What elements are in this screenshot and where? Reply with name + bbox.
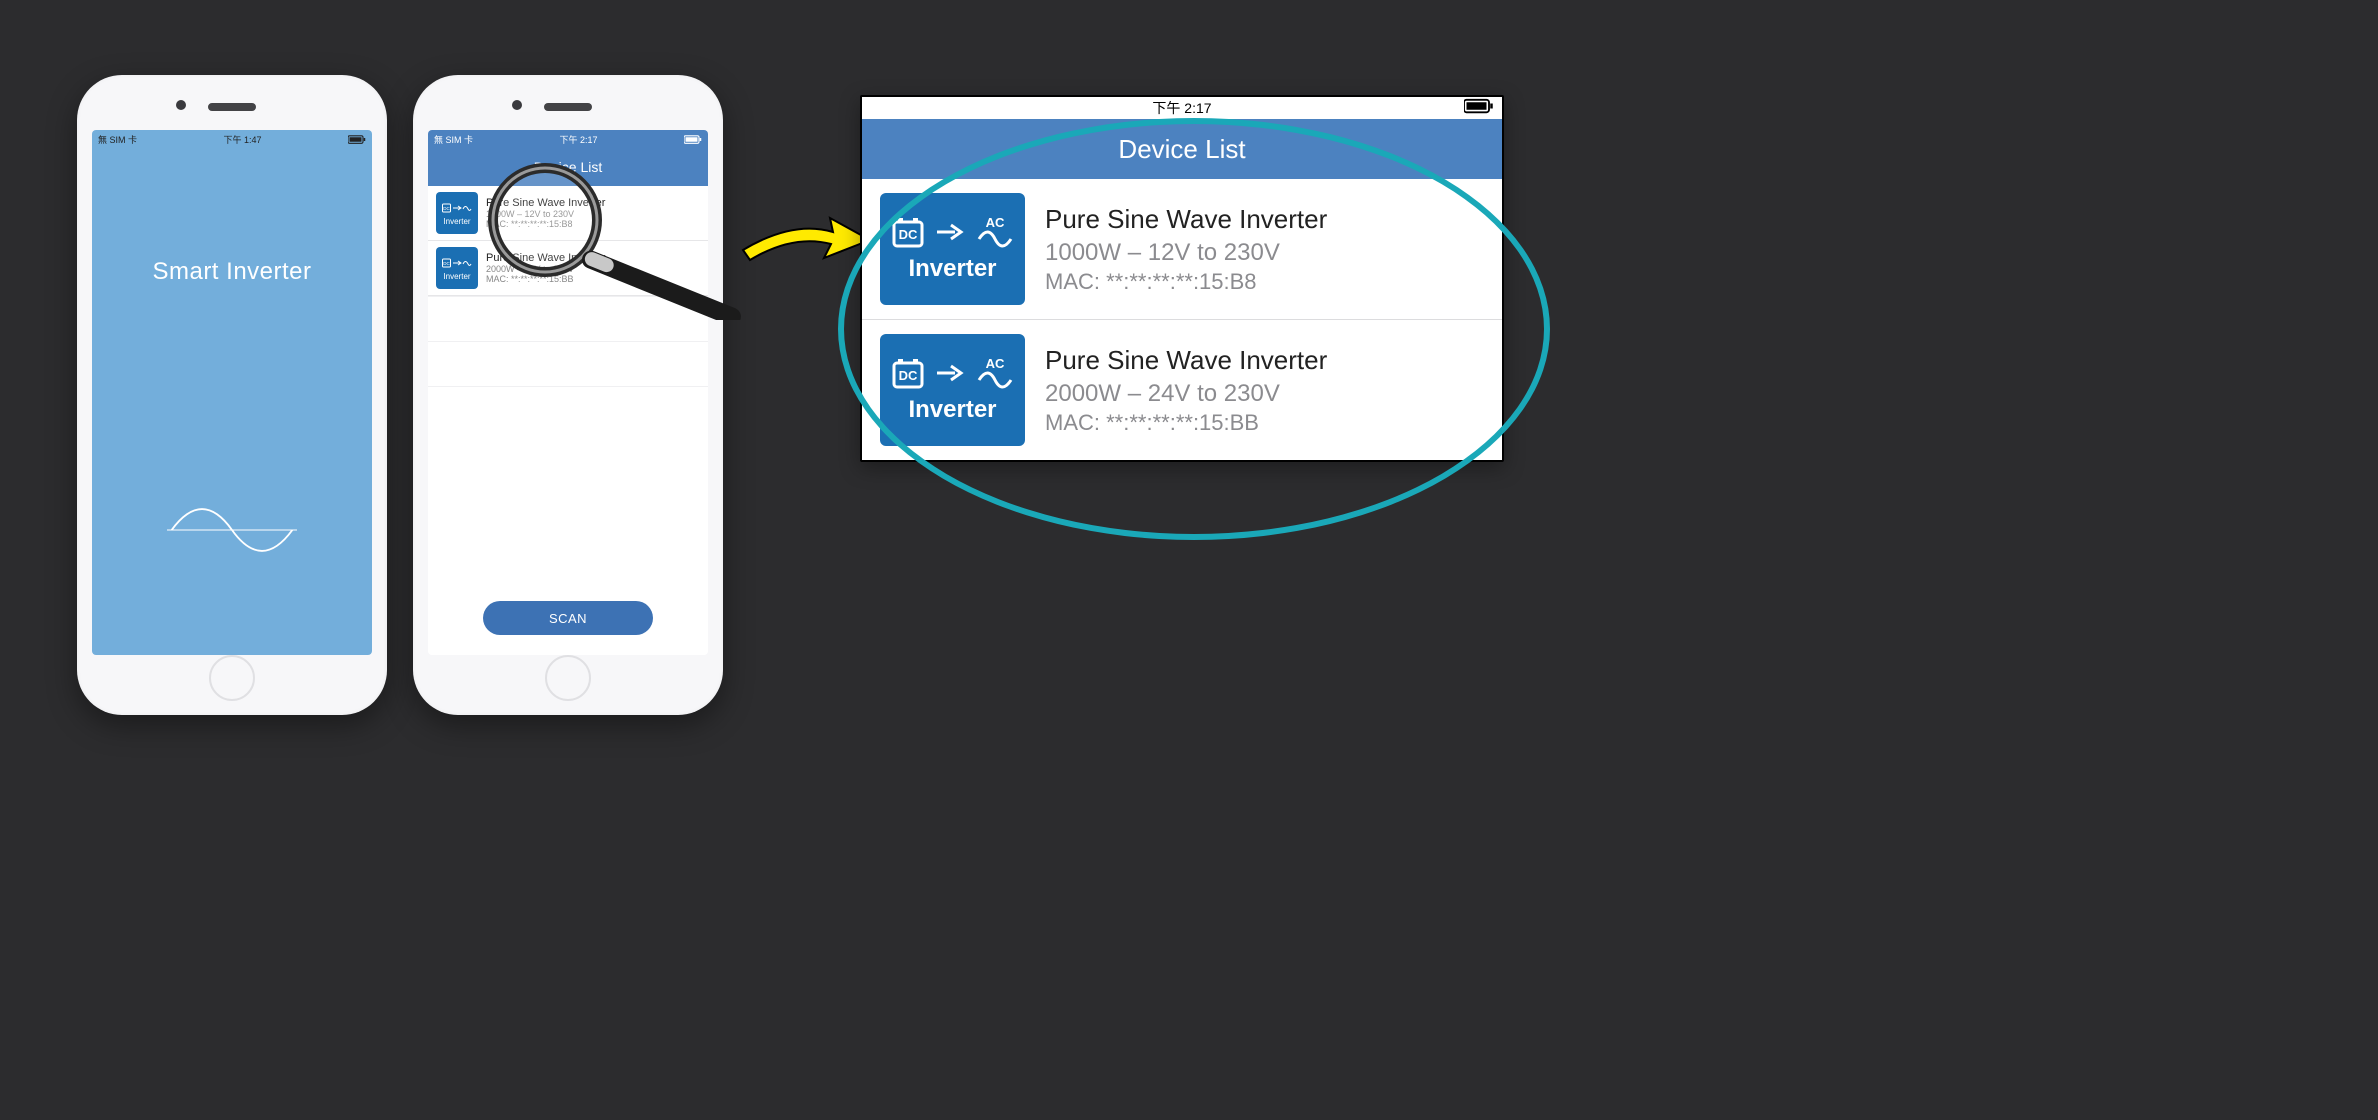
empty-row bbox=[428, 342, 708, 387]
svg-text:DC: DC bbox=[443, 261, 450, 266]
device-row-text: Pure Sine Wave Inverter 1000W – 12V to 2… bbox=[1045, 204, 1484, 295]
device-title: Pure Sine Wave Inverter bbox=[1045, 204, 1484, 235]
home-button[interactable] bbox=[545, 655, 591, 701]
inverter-icon-top: DC AC bbox=[891, 215, 1015, 249]
status-bar: 無 SIM 卡 下午 1:47 bbox=[92, 130, 372, 148]
list-screen: 無 SIM 卡 下午 2:17 Device List DC In bbox=[428, 130, 708, 655]
inverter-icon-label: Inverter bbox=[908, 396, 996, 424]
svg-text:DC: DC bbox=[898, 227, 917, 242]
device-spec: 1000W – 12V to 230V bbox=[486, 209, 605, 219]
device-row[interactable]: DC AC Inverter Pure Sine Wave Inverter 1… bbox=[862, 179, 1502, 320]
clock-label: 下午 2:17 bbox=[559, 133, 597, 146]
device-mac: MAC: **:**:**:**:15:BB bbox=[1045, 410, 1484, 436]
nav-bar: Device List bbox=[428, 148, 708, 186]
empty-row bbox=[428, 296, 708, 342]
home-button[interactable] bbox=[209, 655, 255, 701]
phone-device-list: 無 SIM 卡 下午 2:17 Device List DC In bbox=[413, 75, 723, 715]
svg-text:DC: DC bbox=[443, 206, 450, 211]
device-title: Pure Sine Wave Inverter bbox=[486, 252, 605, 264]
splash-body: Smart Inverter bbox=[92, 148, 372, 655]
device-row-text: Pure Sine Wave Inverter 2000W – 24V to 2… bbox=[486, 252, 605, 284]
device-spec: 2000W – 24V to 230V bbox=[1045, 380, 1484, 408]
device-row-text: Pure Sine Wave Inverter 1000W – 12V to 2… bbox=[486, 197, 605, 229]
battery-icon bbox=[348, 135, 366, 144]
sine-wave-icon bbox=[167, 495, 297, 565]
app-title: Smart Inverter bbox=[152, 258, 311, 286]
status-bar: 無 SIM 卡 下午 2:17 bbox=[428, 130, 708, 148]
clock-label: 下午 2:17 bbox=[1152, 98, 1211, 118]
status-bar: 下午 2:17 bbox=[862, 97, 1502, 119]
nav-title: Device List bbox=[1118, 134, 1245, 165]
device-row-text: Pure Sine Wave Inverter 2000W – 24V to 2… bbox=[1045, 345, 1484, 436]
device-title: Pure Sine Wave Inverter bbox=[486, 197, 605, 209]
device-row[interactable]: DC Inverter Pure Sine Wave Inverter 1000… bbox=[428, 186, 708, 241]
inverter-icon-label: Inverter bbox=[443, 272, 470, 281]
arrow-icon bbox=[738, 210, 878, 275]
inverter-icon: DC AC Inverter bbox=[880, 193, 1025, 305]
inverter-icon-top: DC AC bbox=[891, 356, 1015, 390]
svg-text:AC: AC bbox=[985, 215, 1004, 230]
clock-label: 下午 1:47 bbox=[223, 133, 261, 146]
carrier-label: 無 SIM 卡 bbox=[434, 133, 473, 146]
device-spec: 1000W – 12V to 230V bbox=[1045, 239, 1484, 267]
device-spec: 2000W – 24V to 230V bbox=[486, 264, 605, 274]
phone-splash: 無 SIM 卡 下午 1:47 Smart Inverter bbox=[77, 75, 387, 715]
inverter-icon-label: Inverter bbox=[443, 217, 470, 226]
nav-bar: Device List bbox=[862, 119, 1502, 179]
device-list: DC Inverter Pure Sine Wave Inverter 1000… bbox=[428, 186, 708, 655]
device-mac: MAC: **:**:**:**:15:BB bbox=[486, 274, 605, 284]
inverter-icon: DC Inverter bbox=[436, 192, 478, 234]
device-mac: MAC: **:**:**:**:15:B8 bbox=[1045, 269, 1484, 295]
inverter-icon: DC AC Inverter bbox=[880, 334, 1025, 446]
scan-button-label: SCAN bbox=[549, 611, 587, 626]
battery-icon bbox=[684, 135, 702, 144]
device-title: Pure Sine Wave Inverter bbox=[1045, 345, 1484, 376]
device-row[interactable]: DC AC Inverter Pure Sine Wave Inverter 2… bbox=[862, 320, 1502, 460]
splash-screen: 無 SIM 卡 下午 1:47 Smart Inverter bbox=[92, 130, 372, 655]
svg-text:DC: DC bbox=[898, 368, 917, 383]
zoom-panel: 下午 2:17 Device List DC AC Inverter Pure … bbox=[860, 95, 1504, 462]
battery-icon bbox=[1464, 98, 1494, 117]
svg-text:AC: AC bbox=[985, 356, 1004, 371]
inverter-icon-label: Inverter bbox=[908, 255, 996, 283]
device-row[interactable]: DC Inverter Pure Sine Wave Inverter 2000… bbox=[428, 241, 708, 296]
device-mac: MAC: **:**:**:**:15:B8 bbox=[486, 219, 605, 229]
carrier-label: 無 SIM 卡 bbox=[98, 133, 137, 146]
scan-button[interactable]: SCAN bbox=[483, 601, 653, 635]
inverter-icon: DC Inverter bbox=[436, 247, 478, 289]
nav-title: Device List bbox=[534, 159, 602, 175]
